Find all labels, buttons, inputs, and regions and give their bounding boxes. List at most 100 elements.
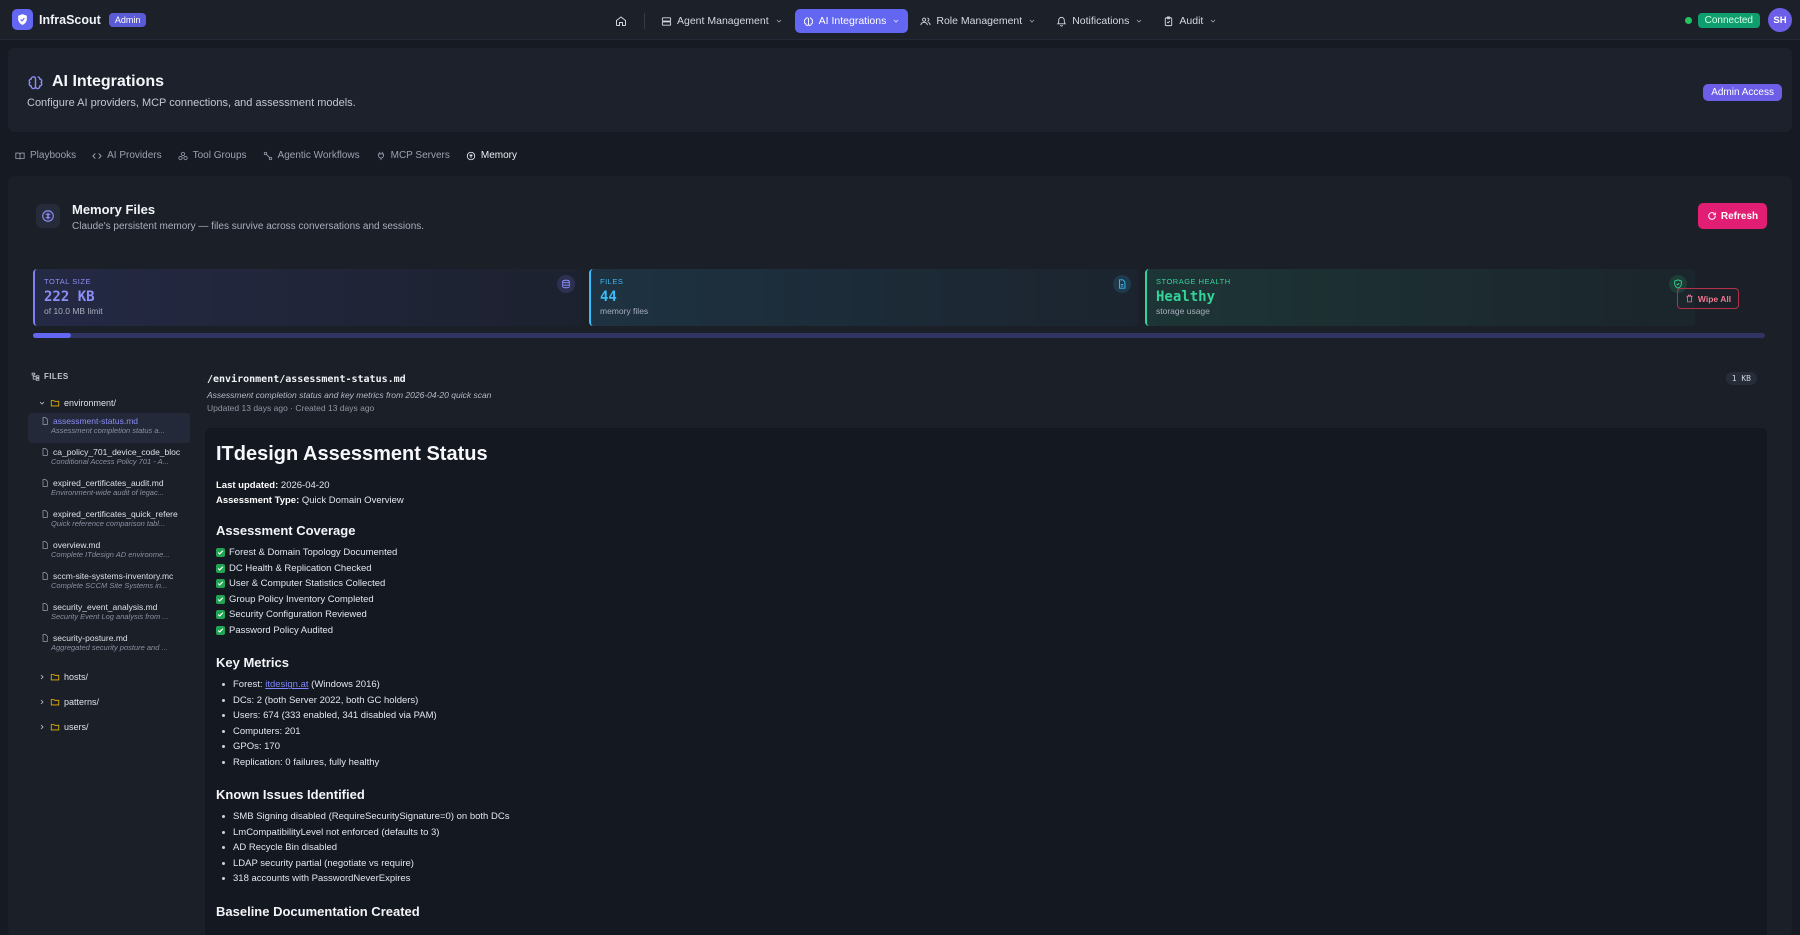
checklist-item: DC Health & Replication Checked: [216, 561, 1756, 577]
checklist-text: Security Configuration Reviewed: [229, 609, 367, 621]
bullet-icon: [222, 729, 225, 733]
workflow-icon: [263, 151, 272, 160]
file-item[interactable]: expired_certificates_quick_refere Quick r…: [28, 506, 190, 536]
checklist-item: Forest & Domain Topology Documented: [216, 545, 1756, 561]
folder-item[interactable]: users/: [28, 714, 190, 739]
file-description: Aggregated security posture and ...: [51, 643, 168, 652]
storage-usage-bar: [33, 333, 1765, 338]
bullet-icon: [222, 683, 225, 687]
clipboard-icon: [1165, 15, 1173, 26]
file-description: Quick reference comparison tabl...: [51, 519, 166, 528]
coverage-heading: Assessment Coverage: [216, 523, 356, 538]
assessment-type-line: Assessment Type: Quick Domain Overview: [216, 495, 1756, 506]
list-text: LmCompatibilityLevel not enforced (defau…: [233, 826, 440, 838]
file-item[interactable]: sccm-site-systems-inventory.mc Complete S…: [28, 568, 190, 598]
chevron-down-icon: [1029, 19, 1035, 23]
file-name-row: ca_policy_701_device_code_bloc: [41, 447, 190, 457]
refresh-button[interactable]: Refresh: [1698, 203, 1767, 229]
issues-heading: Known Issues Identified: [216, 787, 365, 802]
list-text: GPOs: 170: [233, 741, 280, 753]
nav-role-management[interactable]: Role Management: [912, 9, 1044, 33]
list-item: LDAP security partial (negotiate vs requ…: [216, 856, 1756, 872]
file-name: assessment-status.md: [53, 416, 139, 426]
memory-icon: [466, 151, 476, 160]
file-name: ca_policy_701_device_code_bloc: [53, 447, 181, 457]
file-icon: [42, 479, 48, 487]
nav-ai-integrations[interactable]: AI Integrations: [794, 9, 909, 33]
home-icon[interactable]: [610, 10, 632, 32]
nav-label: Agent Management: [677, 15, 769, 27]
file-item[interactable]: ca_policy_701_device_code_bloc Conditiona…: [28, 444, 190, 474]
nav-notifications[interactable]: Notifications: [1048, 9, 1151, 33]
file-item[interactable]: security-posture.md Aggregated security p…: [28, 630, 190, 660]
stat-sub: of 10.0 MB limit: [44, 306, 103, 316]
folder-label: environment/: [64, 398, 117, 408]
stat-files: FILES 44 memory files: [589, 269, 1139, 326]
connection-status: Connected: [1684, 13, 1760, 28]
tab-label: Agentic Workflows: [277, 150, 360, 161]
chevron-right-icon: [40, 674, 44, 679]
folder-icon: [50, 723, 60, 730]
metrics-list: DCs: 2 (both Server 2022, both GC holder…: [216, 693, 1756, 771]
document-description: Assessment completion status and key met…: [207, 390, 492, 400]
chevron-down-icon: [776, 19, 781, 23]
page-header: AI Integrations Configure AI providers, …: [8, 48, 1792, 132]
stat-sub: memory files: [600, 306, 649, 316]
page-subtitle: Configure AI providers, MCP connections,…: [27, 97, 356, 109]
bullet-icon: [222, 846, 225, 850]
issues-list: SMB Signing disabled (RequireSecuritySig…: [216, 809, 1756, 887]
tab-tool-groups[interactable]: Tool Groups: [178, 150, 247, 161]
tab-ai-providers[interactable]: AI Providers: [92, 150, 162, 161]
file-item[interactable]: expired_certificates_audit.md Environment…: [28, 475, 190, 505]
file-item[interactable]: security_event_analysis.md Security Event…: [28, 599, 190, 629]
stat-sub: storage usage: [1156, 306, 1210, 316]
coverage-list: Forest & Domain Topology Documented DC He…: [216, 545, 1756, 638]
nav-audit[interactable]: Audit: [1155, 9, 1225, 33]
value: Quick Domain Overview: [299, 495, 404, 506]
file-name-row: overview.md: [41, 540, 190, 550]
tab-playbooks[interactable]: Playbooks: [15, 150, 76, 161]
bullet-icon: [222, 830, 225, 834]
brain-icon: [28, 75, 43, 89]
list-item: LmCompatibilityLevel not enforced (defau…: [216, 825, 1756, 841]
check-icon: [216, 610, 225, 620]
file-name: expired_certificates_audit.md: [53, 478, 164, 488]
tab-memory[interactable]: Memory: [466, 150, 517, 161]
connected-badge: Connected: [1697, 13, 1760, 28]
folder-list: hosts/patterns/users/: [28, 664, 190, 739]
file-icon: [42, 541, 48, 549]
tab-label: Tool Groups: [192, 150, 247, 161]
stat-value: 222 KB: [44, 289, 95, 305]
top-navbar: InfraScout Admin Agent Management AI Int…: [0, 0, 1800, 40]
file-item[interactable]: assessment-status.md Assessment completio…: [28, 413, 190, 443]
wipe-all-button[interactable]: Wipe All: [1677, 288, 1739, 309]
bullet-icon: [222, 877, 225, 881]
user-avatar[interactable]: SH: [1768, 8, 1792, 32]
folder-label: patterns/: [64, 696, 100, 707]
label: Assessment Type:: [216, 495, 300, 506]
folder-label: users/: [64, 721, 89, 732]
list-item: Users: 674 (333 enabled, 341 disabled vi…: [216, 708, 1756, 724]
file-item[interactable]: overview.md Complete ITdesign AD environm…: [28, 537, 190, 567]
folder-icon: [50, 698, 60, 705]
folder-item[interactable]: patterns/: [28, 689, 190, 714]
file-name: security-posture.md: [53, 633, 128, 643]
chevron-right-icon: [40, 724, 44, 729]
refresh-label: Refresh: [1720, 210, 1759, 222]
tab-mcp-servers[interactable]: MCP Servers: [376, 150, 450, 161]
value: 2026-04-20: [278, 480, 330, 491]
file-icon: [42, 510, 48, 518]
nav-agent-management[interactable]: Agent Management: [653, 9, 791, 33]
forest-link[interactable]: itdesign.at: [265, 679, 308, 690]
brand[interactable]: InfraScout Admin: [12, 9, 147, 30]
memory-panel: Memory Files Claude's persistent memory …: [8, 176, 1792, 935]
tab-agentic-workflows[interactable]: Agentic Workflows: [263, 150, 360, 161]
check-icon: [216, 625, 225, 635]
folder-environment[interactable]: environment/: [28, 394, 190, 412]
list-item: AD Recycle Bin disabled: [216, 840, 1756, 856]
document-heading: ITdesign Assessment Status: [216, 443, 488, 465]
file-name-row: expired_certificates_quick_refere: [41, 509, 190, 519]
metrics-heading: Key Metrics: [216, 655, 289, 670]
folder-item[interactable]: hosts/: [28, 664, 190, 689]
code-icon: [92, 152, 102, 159]
